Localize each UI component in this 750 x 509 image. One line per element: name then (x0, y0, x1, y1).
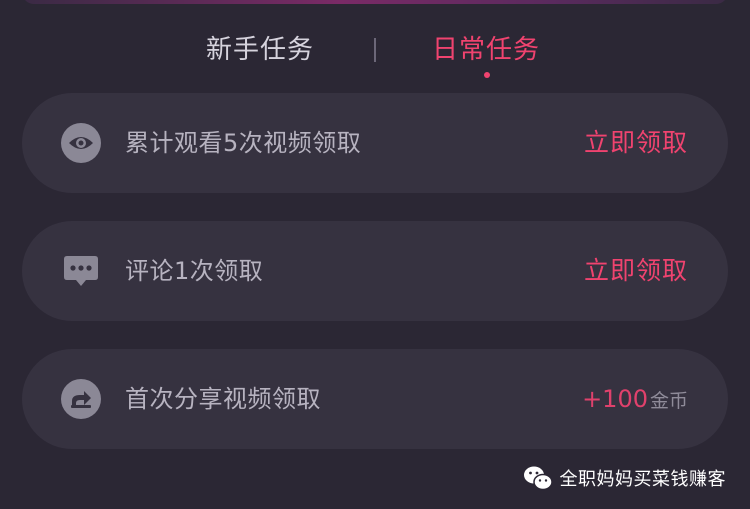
task-row-comment: 评论1次领取 立即领取 (22, 221, 728, 321)
reward-amount: +100 (582, 385, 648, 413)
task-label: 评论1次领取 (125, 257, 264, 285)
task-label: 累计观看5次视频领取 (125, 129, 362, 157)
reward-unit: 金币 (649, 390, 688, 412)
active-tab-indicator (484, 72, 490, 78)
tab-divider (374, 38, 376, 62)
watermark-text: 全职妈妈买菜钱赚客 (559, 469, 726, 490)
eye-icon (61, 123, 101, 163)
task-page: 新手任务 日常任务 累计观看5次视频领取 立即领取 评论1次领取 立即领取 首次… (0, 0, 750, 509)
reward: +100 金币 (582, 379, 688, 422)
share-icon (61, 379, 101, 419)
wechat-icon (523, 466, 553, 491)
tab-newbie-tasks[interactable]: 新手任务 (206, 30, 314, 70)
tab-daily-tasks[interactable]: 日常任务 (432, 30, 540, 70)
top-banner (22, 0, 728, 4)
task-label: 首次分享视频领取 (125, 385, 321, 413)
task-row-share-video: 首次分享视频领取 +100 金币 (22, 349, 728, 449)
task-row-watch-videos: 累计观看5次视频领取 立即领取 (22, 93, 728, 193)
watermark: 全职妈妈买菜钱赚客 (522, 462, 727, 494)
claim-button[interactable]: 立即领取 (584, 123, 688, 163)
task-tabs: 新手任务 日常任务 (0, 30, 750, 80)
claim-button[interactable]: 立即领取 (584, 251, 688, 291)
comment-icon (61, 251, 101, 291)
